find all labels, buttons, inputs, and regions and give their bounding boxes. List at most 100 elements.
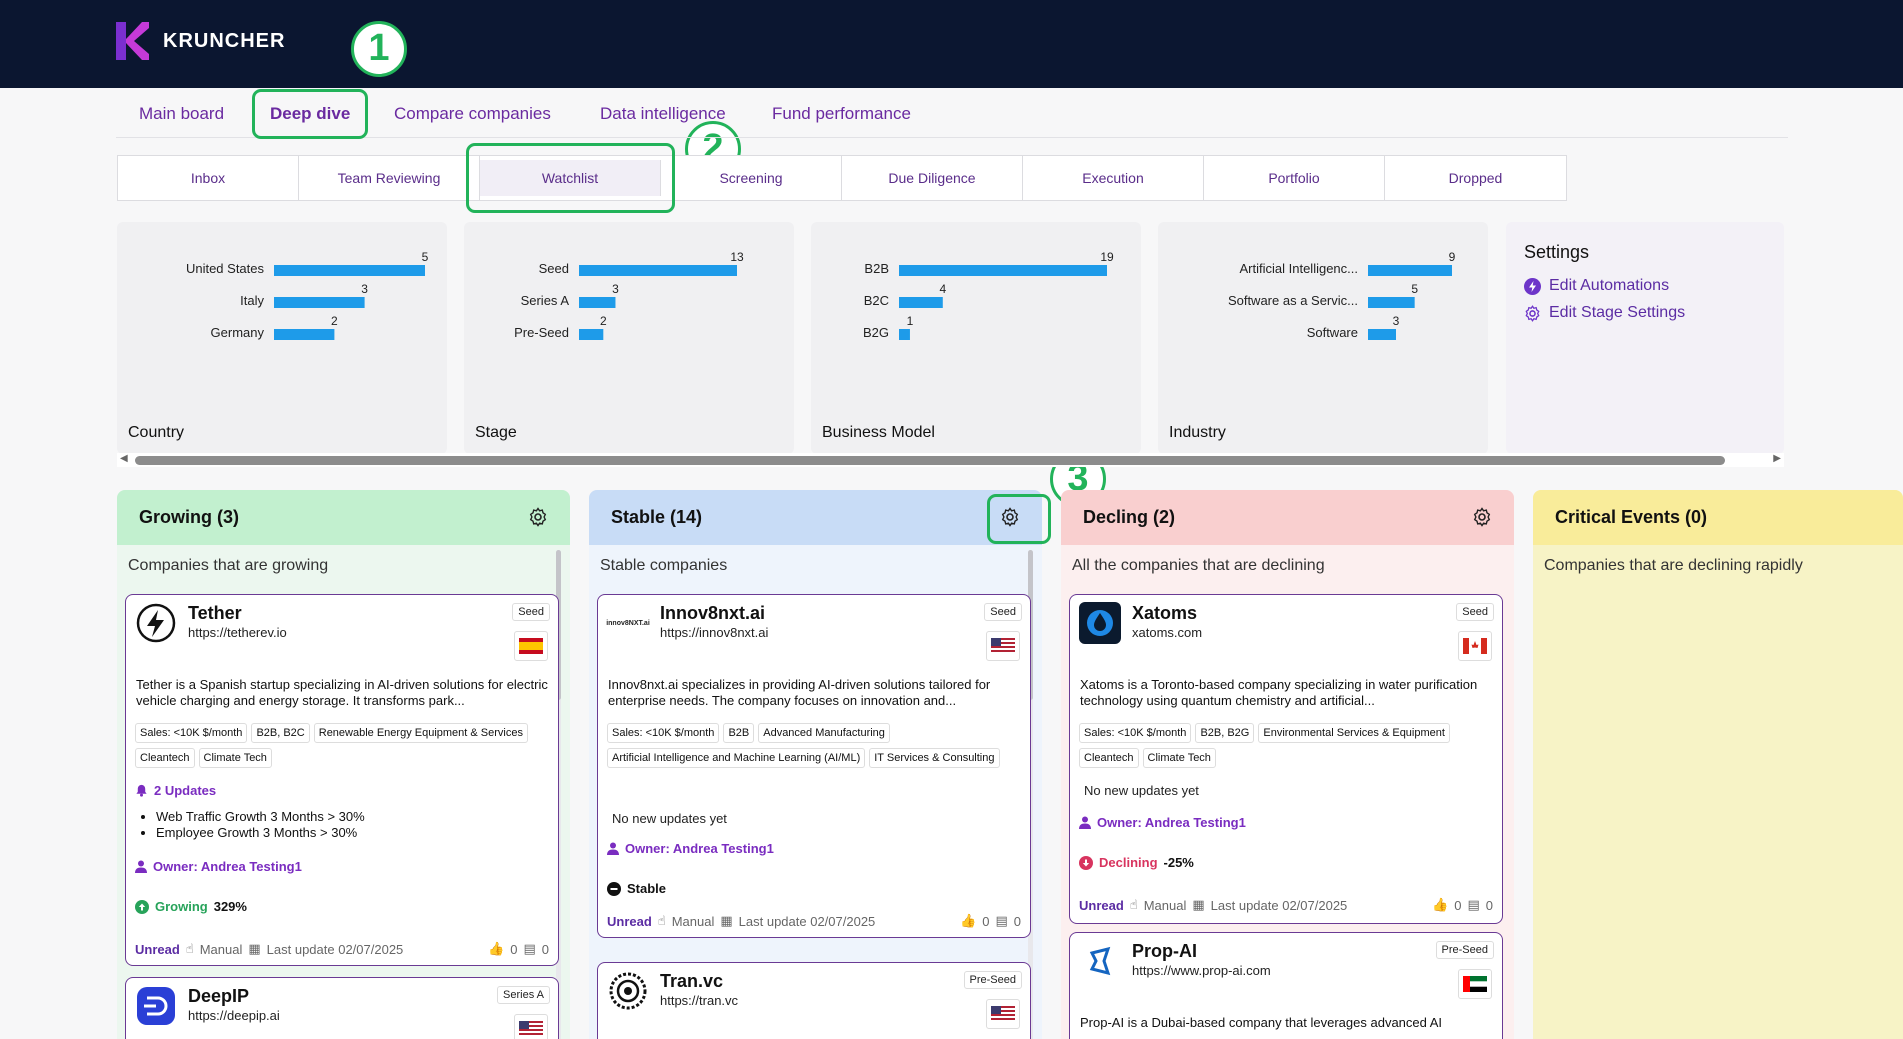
likes-count: 0 [1454,897,1462,913]
gear-icon[interactable] [1472,507,1492,527]
tab-compare-companies[interactable]: Compare companies [394,104,551,124]
company-card[interactable]: DeepIP https://deepip.ai Series A [125,977,559,1039]
chart-value-label: 19 [1100,250,1114,264]
column-header: Growing (3) [117,490,570,545]
chart-value-label: 3 [1393,314,1400,328]
chart-bar[interactable] [274,297,365,308]
scroll-right-icon[interactable]: ▶ [1773,453,1781,464]
tag: Renewable Energy Equipment & Services [313,723,528,743]
mode-label: Manual [1143,897,1187,913]
company-card[interactable]: Prop-AI https://www.prop-ai.com Pre-Seed… [1069,932,1503,1039]
gear-icon[interactable] [1000,507,1020,527]
chart-bar[interactable] [899,265,1107,276]
chart-bar[interactable] [899,297,943,308]
scrollbar-thumb[interactable] [135,456,1725,465]
company-name[interactable]: Xatoms [1132,603,1197,624]
tag: B2B [723,723,755,743]
column-description: Companies that are declining rapidly [1544,557,1803,574]
stage-dropped[interactable]: Dropped [1385,156,1566,200]
scroll-left-icon[interactable]: ◀ [120,453,128,464]
chart-bar[interactable] [579,265,737,276]
chart-bar[interactable] [274,329,335,340]
updates-link[interactable]: 2 Updates [135,783,216,798]
settings-title: Settings [1524,242,1590,262]
stage-execution[interactable]: Execution [1023,156,1204,200]
chart-svg: B2B 19 B2C 4 B2G 1 [863,250,1114,340]
thumbs-up-icon[interactable]: 👍 [960,913,976,929]
thumbs-up-icon[interactable]: 👍 [1432,897,1448,913]
company-url[interactable]: https://innov8nxt.ai [660,625,768,640]
kruncher-logo[interactable] [116,22,149,60]
stage-watchlist[interactable]: Watchlist [480,160,661,196]
gear-icon [1525,304,1540,322]
owner[interactable]: Owner: Andrea Testing1 [1079,815,1246,830]
comment-icon[interactable]: ▤ [523,941,535,957]
chart-bar[interactable] [899,329,910,340]
company-card[interactable]: Xatoms xatoms.com Seed Xatoms is a Toron… [1069,594,1503,924]
tran-vc-logo [609,972,647,1010]
stage-inbox[interactable]: Inbox [118,156,299,200]
tab-data-intelligence[interactable]: Data intelligence [600,104,726,124]
chart-bar[interactable] [579,297,616,308]
stage-screening[interactable]: Screening [661,156,842,200]
owner[interactable]: Owner: Andrea Testing1 [135,859,302,874]
edit-automations-link[interactable]: Edit Automations [1524,277,1669,295]
chart-bar[interactable] [1368,297,1415,308]
tag: Sales: <10K $/month [607,723,720,743]
card-footer: Unread ☝ Manual ▦ Last update 02/07/2025… [1079,897,1493,913]
tag-list: Sales: <10K $/month B2B, B2G Environment… [1079,723,1499,768]
horizontal-scrollbar[interactable]: ◀ ▶ [117,453,1784,467]
company-card[interactable]: Tran.vc https://tran.vc Pre-Seed [597,962,1031,1039]
thumbs-up-icon[interactable]: 👍 [488,941,504,957]
read-status[interactable]: Unread [135,942,180,957]
company-card[interactable]: innov8NXT.ai Innov8nxt.ai https://innov8… [597,594,1031,938]
chart-value-label: 3 [361,282,368,296]
tag: Sales: <10K $/month [1079,723,1192,743]
status-value: -25% [1163,855,1194,870]
company-description: Prop-AI is a Dubai-based company that le… [1080,1015,1443,1030]
company-name[interactable]: Innov8nxt.ai [660,603,765,624]
tag: Climate Tech [198,748,272,768]
chart-bar[interactable] [579,329,604,340]
comment-icon[interactable]: ▤ [995,913,1007,929]
gear-icon[interactable] [528,507,548,527]
column-title: Growing (3) [139,507,239,527]
tab-deep-dive[interactable]: Deep dive [270,104,350,124]
bell-icon [136,784,147,797]
company-url[interactable]: https://tran.vc [660,993,738,1008]
update-item: Web Traffic Growth 3 Months > 30% [156,809,365,825]
column-title: Stable (14) [611,507,703,527]
company-name[interactable]: DeepIP [188,986,249,1007]
status-indicator: Stable [607,881,666,896]
chart-bar[interactable] [274,265,425,276]
company-name[interactable]: Tether [188,603,242,624]
company-url[interactable]: https://tetherev.io [188,625,287,640]
company-url[interactable]: https://www.prop-ai.com [1132,963,1271,978]
company-url[interactable]: https://deepip.ai [188,1008,280,1023]
company-name[interactable]: Prop-AI [1132,941,1197,962]
read-status[interactable]: Unread [607,914,652,929]
stage-due-diligence[interactable]: Due Diligence [842,156,1023,200]
edit-stage-settings-link[interactable]: Edit Stage Settings [1524,304,1685,322]
tab-fund-performance[interactable]: Fund performance [772,104,911,124]
chart-bar[interactable] [1368,265,1452,276]
update-item: Employee Growth 3 Months > 30% [156,825,365,841]
company-name[interactable]: Tran.vc [660,971,723,992]
last-update: Last update 02/07/2025 [266,941,404,957]
prop-ai-logo [1089,946,1111,976]
stage-portfolio[interactable]: Portfolio [1204,156,1385,200]
chart-category-label: B2B [864,261,889,276]
company-url[interactable]: xatoms.com [1132,625,1202,640]
chart-bar[interactable] [1368,329,1396,340]
no-updates-label: No new updates yet [612,811,727,826]
stage-badge: Series A [497,986,550,1004]
tab-main-board[interactable]: Main board [139,104,224,124]
comment-icon[interactable]: ▤ [1467,897,1479,913]
likes-count: 0 [510,941,518,957]
company-card[interactable]: Tether https://tetherev.io Seed Tether i… [125,594,559,966]
owner[interactable]: Owner: Andrea Testing1 [607,841,774,856]
stage-team-reviewing[interactable]: Team Reviewing [299,156,480,200]
read-status[interactable]: Unread [1079,898,1124,913]
mode-label: Manual [671,913,715,929]
tag: Cleantech [135,748,195,768]
